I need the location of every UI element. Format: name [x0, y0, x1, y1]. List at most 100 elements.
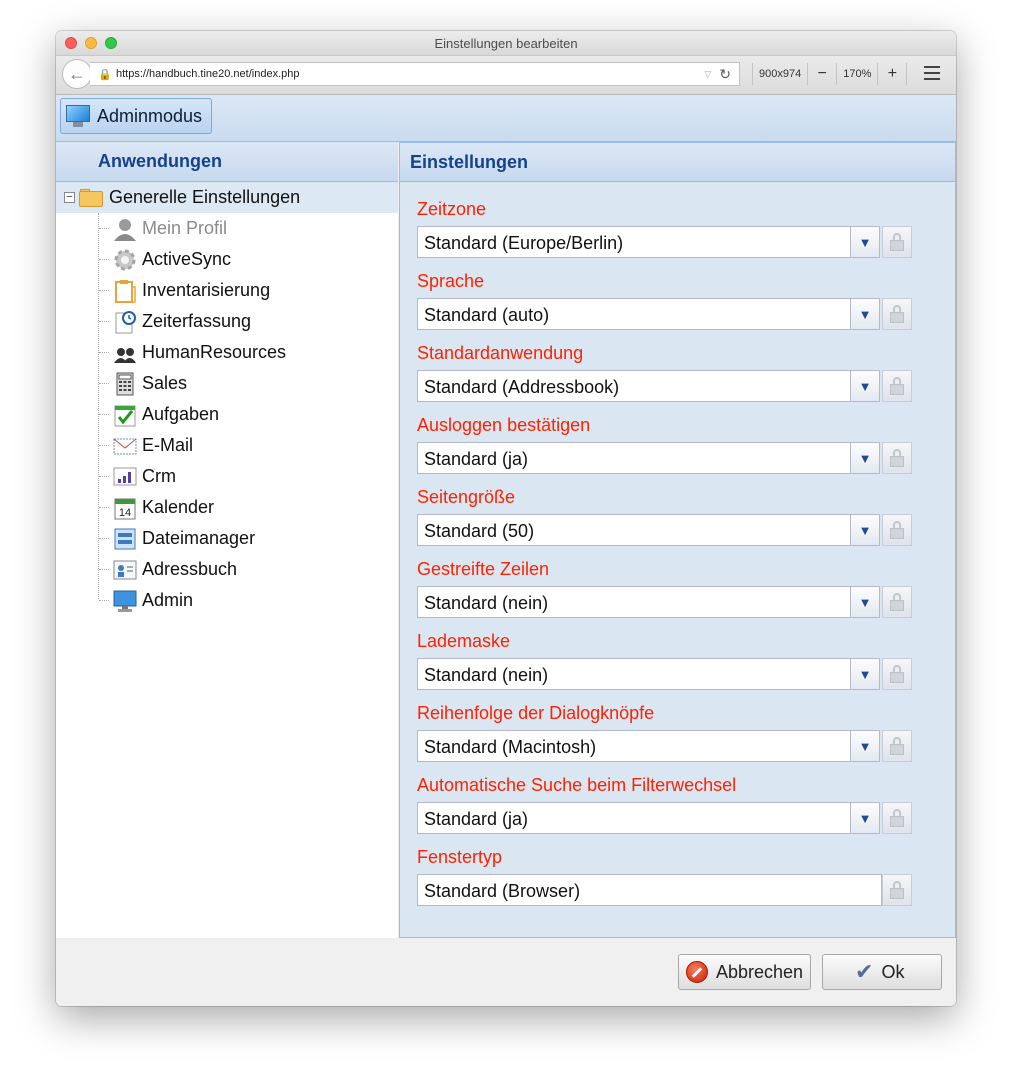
cancel-button-label: Abbrechen — [716, 961, 804, 982]
padlock-icon — [890, 521, 904, 539]
padlock-icon — [890, 449, 904, 467]
filemanager-icon — [112, 526, 138, 552]
dialog-footer: Abbrechen ✔ Ok — [56, 938, 956, 1006]
cancel-button[interactable]: Abbrechen — [678, 954, 811, 990]
url-dropdown-icon[interactable]: ▽ — [704, 69, 711, 80]
lock-setting-button[interactable] — [882, 298, 912, 330]
zoom-level[interactable]: 170% — [843, 68, 871, 80]
url-text: https://handbuch.tine20.net/index.php — [116, 68, 300, 80]
language-select[interactable]: Standard (auto) ▼ — [417, 298, 880, 330]
url-bar[interactable]: 🔒 https://handbuch.tine20.net/index.php … — [90, 62, 740, 86]
field-label: Seitengröße — [417, 487, 516, 507]
tree-item-kalender[interactable]: 14 Kalender — [56, 492, 398, 523]
tree-root-general-settings[interactable]: − Generelle Einstellungen — [56, 182, 398, 213]
reload-icon[interactable]: ↻ — [719, 66, 731, 83]
striped-rows-select[interactable]: Standard (nein) ▼ — [417, 586, 880, 618]
select-value: Standard (Europe/Berlin) — [424, 233, 624, 253]
window-type-field[interactable]: Standard (Browser) — [417, 874, 882, 906]
tasks-icon — [112, 402, 138, 428]
mail-icon — [112, 433, 138, 459]
padlock-icon — [890, 593, 904, 611]
tree-item-label: Crm — [142, 466, 176, 486]
addressbook-icon — [112, 557, 138, 583]
tree-item-inventarisierung[interactable]: Inventarisierung — [56, 275, 398, 306]
page-size-select[interactable]: Standard (50) ▼ — [417, 514, 880, 546]
tree-item-crm[interactable]: Crm — [56, 461, 398, 492]
tree-item-label: Dateimanager — [142, 528, 256, 548]
tree-item-zeiterfassung[interactable]: Zeiterfassung — [56, 306, 398, 337]
applications-panel: Anwendungen − Generelle Einstellungen Me… — [56, 142, 398, 938]
chevron-down-icon[interactable]: ▼ — [850, 731, 879, 761]
confirm-logout-select[interactable]: Standard (ja) ▼ — [417, 442, 880, 474]
tree-root-label: Generelle Einstellungen — [109, 187, 301, 207]
chevron-down-icon[interactable]: ▼ — [850, 443, 879, 473]
zoom-controls: 900x974 − 170% + — [746, 62, 913, 86]
tree-item-label: Kalender — [142, 497, 215, 517]
admin-mode-button[interactable]: Adminmodus — [60, 98, 212, 134]
tree-item-admin[interactable]: Admin — [56, 585, 398, 616]
tree-item-dateimanager[interactable]: Dateimanager — [56, 523, 398, 554]
browser-window: Einstellungen bearbeiten ← 🔒 https://han… — [56, 31, 956, 1006]
ok-button-label: Ok — [881, 961, 905, 982]
arrow-left-icon: ← — [68, 63, 86, 84]
tree-item-label: Adressbuch — [142, 559, 238, 579]
tree-item-label: Inventarisierung — [142, 280, 271, 300]
lock-setting-button[interactable] — [882, 442, 912, 474]
tree-item-aufgaben[interactable]: Aufgaben — [56, 399, 398, 430]
chevron-down-icon[interactable]: ▼ — [850, 371, 879, 401]
zoom-out-button[interactable]: − — [814, 65, 830, 83]
lock-setting-button[interactable] — [882, 658, 912, 690]
padlock-icon — [890, 233, 904, 251]
auto-search-select[interactable]: Standard (ja) ▼ — [417, 802, 880, 834]
applications-tree: − Generelle Einstellungen Mein Profil Ac… — [56, 182, 398, 616]
field-seitengroesse: Seitengröße Standard (50) ▼ — [417, 487, 912, 559]
lock-setting-button[interactable] — [882, 226, 912, 258]
dialog-button-order-select[interactable]: Standard (Macintosh) ▼ — [417, 730, 880, 762]
tree-item-mein-profil[interactable]: Mein Profil — [56, 213, 398, 244]
field-gestreifte-zeilen: Gestreifte Zeilen Standard (nein) ▼ — [417, 559, 912, 631]
chevron-down-icon[interactable]: ▼ — [850, 515, 879, 545]
folder-open-icon — [79, 188, 105, 207]
select-value: Standard (nein) — [424, 593, 549, 613]
clipboard-icon — [112, 278, 138, 304]
settings-form: Zeitzone Standard (Europe/Berlin) ▼ Spra… — [417, 199, 912, 919]
timezone-select[interactable]: Standard (Europe/Berlin) ▼ — [417, 226, 880, 258]
collapse-icon[interactable]: − — [64, 192, 75, 203]
field-label: Lademaske — [417, 631, 511, 651]
field-zeitzone: Zeitzone Standard (Europe/Berlin) ▼ — [417, 199, 912, 271]
lock-setting-button[interactable] — [882, 802, 912, 834]
lock-setting-button[interactable] — [882, 874, 912, 906]
select-value: Standard (auto) — [424, 305, 550, 325]
app-toolbar: Adminmodus — [56, 95, 956, 142]
chevron-down-icon[interactable]: ▼ — [850, 803, 879, 833]
ok-button[interactable]: ✔ Ok — [822, 954, 942, 990]
chevron-down-icon[interactable]: ▼ — [850, 299, 879, 329]
tree-item-label: HumanResources — [142, 342, 287, 362]
lock-setting-button[interactable] — [882, 586, 912, 618]
field-label: Ausloggen bestätigen — [417, 415, 591, 435]
tree-item-humanresources[interactable]: HumanResources — [56, 337, 398, 368]
tree-item-e-mail[interactable]: E-Mail — [56, 430, 398, 461]
viewport-size: 900x974 — [759, 68, 802, 80]
tree-item-activesync[interactable]: ActiveSync — [56, 244, 398, 275]
back-button[interactable]: ← — [62, 59, 92, 89]
chevron-down-icon[interactable]: ▼ — [850, 587, 879, 617]
lock-setting-button[interactable] — [882, 730, 912, 762]
calculator-icon — [112, 371, 138, 397]
tree-item-sales[interactable]: Sales — [56, 368, 398, 399]
zoom-in-button[interactable]: + — [884, 65, 900, 83]
settings-panel-header: Einstellungen — [400, 142, 955, 182]
padlock-icon — [890, 377, 904, 395]
field-lademaske: Lademaske Standard (nein) ▼ — [417, 631, 912, 703]
tree-item-adressbuch[interactable]: Adressbuch — [56, 554, 398, 585]
select-value: Standard (Addressbook) — [424, 377, 620, 397]
default-application-select[interactable]: Standard (Addressbook) ▼ — [417, 370, 880, 402]
lock-setting-button[interactable] — [882, 370, 912, 402]
loading-mask-select[interactable]: Standard (nein) ▼ — [417, 658, 880, 690]
lock-setting-button[interactable] — [882, 514, 912, 546]
tree-item-label: Aufgaben — [142, 404, 220, 424]
select-value: Standard (50) — [424, 521, 535, 541]
chevron-down-icon[interactable]: ▼ — [850, 659, 879, 689]
hamburger-menu-icon[interactable] — [924, 66, 940, 80]
chevron-down-icon[interactable]: ▼ — [850, 227, 879, 257]
